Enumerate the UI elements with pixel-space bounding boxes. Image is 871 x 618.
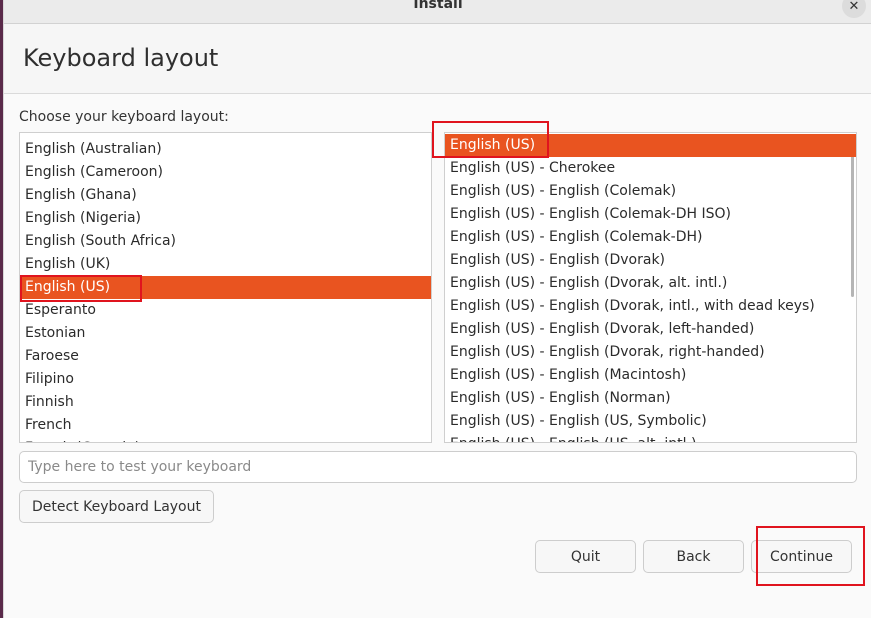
- layout-item[interactable]: Esperanto: [20, 299, 431, 322]
- window-title: Install: [413, 0, 463, 12]
- annotation-box-variant: [432, 121, 549, 158]
- variant-item[interactable]: English (US) - English (Dvorak, intl., w…: [445, 295, 856, 318]
- page-title: Keyboard layout: [23, 44, 219, 72]
- layout-item[interactable]: English (UK): [20, 253, 431, 276]
- page-header: Keyboard layout: [4, 24, 871, 94]
- layout-item[interactable]: French (Canada): [20, 437, 431, 442]
- close-icon: ✕: [848, 0, 860, 14]
- close-button[interactable]: ✕: [842, 0, 866, 18]
- variant-item[interactable]: English (US) - English (Dvorak, alt. int…: [445, 272, 856, 295]
- variant-item[interactable]: English (US) - English (Colemak-DH ISO): [445, 203, 856, 226]
- variant-item[interactable]: English (US) - English (Colemak-DH): [445, 226, 856, 249]
- annotation-box-continue: [756, 526, 865, 586]
- variant-item[interactable]: English (US) - English (Norman): [445, 387, 856, 410]
- variant-item[interactable]: English (US) - Cherokee: [445, 157, 856, 180]
- layout-item[interactable]: English (South Africa): [20, 230, 431, 253]
- layout-item[interactable]: French: [20, 414, 431, 437]
- variant-list[interactable]: English (US) English (US) - Cherokee Engli…: [444, 132, 857, 443]
- variant-item[interactable]: English (US) - English (Dvorak): [445, 249, 856, 272]
- variant-item[interactable]: English (US) - English (Dvorak, left-han…: [445, 318, 856, 341]
- title-bar: Install ✕: [4, 0, 871, 24]
- variant-item[interactable]: English (US) - English (US, Symbolic): [445, 410, 856, 433]
- installer-window: Install ✕ Keyboard layout Choose your ke…: [3, 0, 871, 618]
- layout-item[interactable]: English (Australian): [20, 138, 431, 161]
- layout-item[interactable]: English (Cameroon): [20, 161, 431, 184]
- keyboard-test-input[interactable]: [19, 451, 857, 483]
- variant-item[interactable]: English (US) - English (Colemak): [445, 180, 856, 203]
- layout-item[interactable]: English (Nigeria): [20, 207, 431, 230]
- layout-item[interactable]: Filipino: [20, 368, 431, 391]
- layout-item[interactable]: Estonian: [20, 322, 431, 345]
- variant-item[interactable]: English (US) - English (Macintosh): [445, 364, 856, 387]
- layout-item[interactable]: Finnish: [20, 391, 431, 414]
- annotation-box-layout: [20, 275, 142, 302]
- detect-keyboard-layout-button[interactable]: Detect Keyboard Layout: [19, 490, 214, 523]
- layout-item[interactable]: Faroese: [20, 345, 431, 368]
- variant-item[interactable]: English (US) - English (US, alt. intl.): [445, 433, 856, 442]
- back-button[interactable]: Back: [643, 540, 744, 573]
- variant-item[interactable]: English (US) - English (Dvorak, right-ha…: [445, 341, 856, 364]
- choose-layout-label: Choose your keyboard layout:: [19, 109, 229, 125]
- layout-item[interactable]: English (Ghana): [20, 184, 431, 207]
- quit-button[interactable]: Quit: [535, 540, 636, 573]
